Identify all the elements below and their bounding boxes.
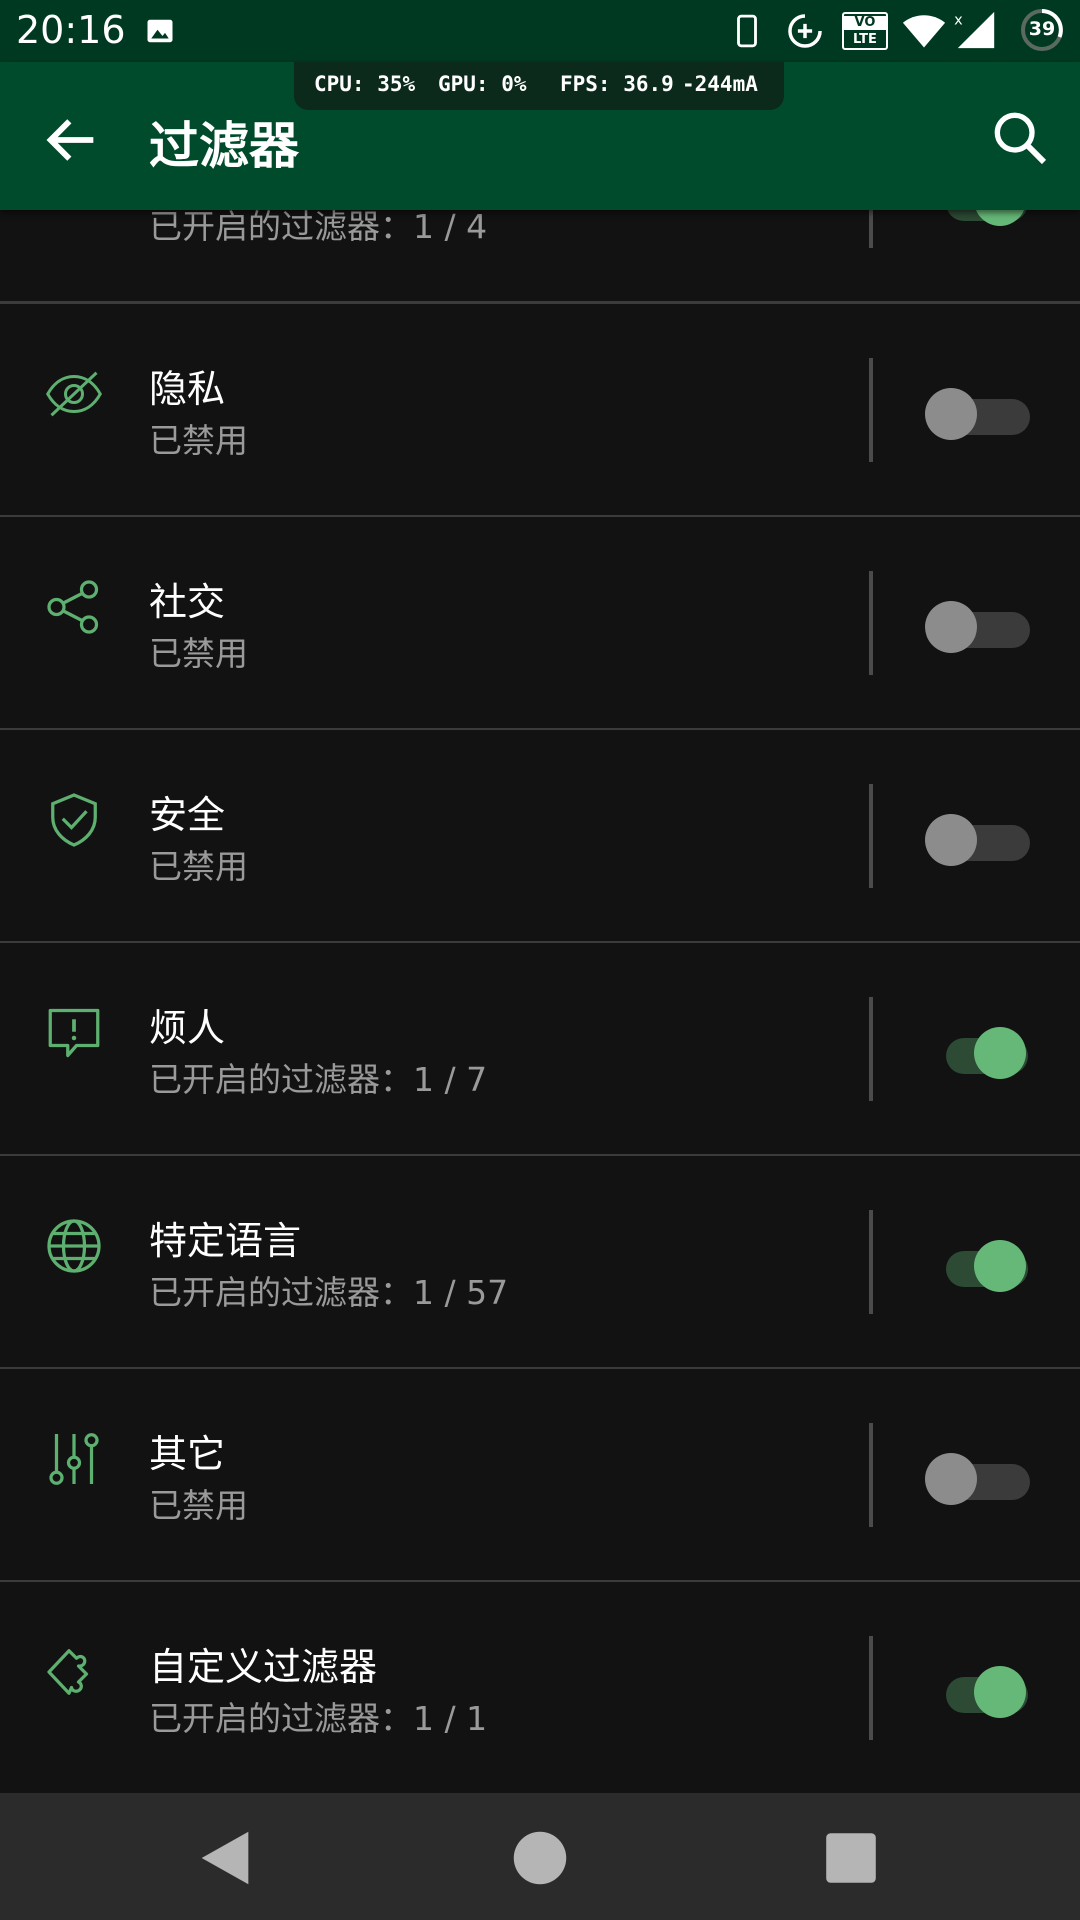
filter-toggle[interactable] xyxy=(922,386,1032,442)
shield-check-icon xyxy=(51,793,97,847)
gpu-readout: GPU: 0% xyxy=(438,72,527,96)
row-divider xyxy=(869,358,873,462)
alert-message-icon xyxy=(48,1008,100,1058)
toggle-thumb xyxy=(974,1027,1026,1079)
filter-row-title: 烦人 xyxy=(149,1006,226,1050)
search-icon[interactable] xyxy=(988,106,1052,170)
navigation-bar xyxy=(0,1793,1080,1920)
status-bar: 20:16 VO LTE x 39 xyxy=(0,0,1080,62)
row-divider xyxy=(869,1210,873,1314)
wifi-icon xyxy=(902,15,946,48)
data-saver-icon xyxy=(788,14,822,48)
filter-row-subtitle: 已开启的过滤器：1 / 1 xyxy=(149,1699,488,1738)
puzzle-icon xyxy=(47,1649,89,1695)
filter-row-subtitle: 已开启的过滤器：1 / 7 xyxy=(149,1060,488,1099)
share-icon xyxy=(47,580,99,634)
filter-toggle[interactable] xyxy=(922,599,1032,655)
svg-text:x: x xyxy=(954,13,963,29)
cpu-readout: CPU: 35% xyxy=(314,72,416,96)
nav-home-icon[interactable] xyxy=(505,1823,575,1893)
row-divider xyxy=(869,784,873,888)
nav-recents-icon[interactable] xyxy=(816,1823,886,1893)
volte-top-label: VO xyxy=(844,16,886,30)
filter-row-privacy[interactable]: 隐私 已禁用 xyxy=(0,304,1080,518)
eye-off-icon xyxy=(46,371,102,417)
phone-icon xyxy=(737,14,757,48)
image-icon xyxy=(147,19,173,43)
filter-row-title: 隐私 xyxy=(149,367,226,411)
filter-row-title: 安全 xyxy=(149,793,226,837)
filter-row-social[interactable]: 社交 已禁用 xyxy=(0,517,1080,731)
battery-level: 39 xyxy=(1028,18,1056,40)
signal-icon: x xyxy=(954,11,995,49)
filter-row-subtitle: 已禁用 xyxy=(149,634,248,673)
filter-row-subtitle: 已禁用 xyxy=(149,847,248,886)
filter-toggle[interactable] xyxy=(922,1451,1032,1507)
toggle-thumb xyxy=(925,814,977,866)
filter-toggle[interactable] xyxy=(922,1664,1032,1720)
toggle-thumb xyxy=(974,1666,1026,1718)
toggle-thumb xyxy=(974,1240,1026,1292)
nav-back-icon[interactable] xyxy=(190,1823,260,1893)
filter-row-title: 社交 xyxy=(149,580,226,624)
row-divider xyxy=(869,571,873,675)
filter-row-language[interactable]: 特定语言 已开启的过滤器：1 / 57 xyxy=(0,1156,1080,1370)
filter-row-title: 特定语言 xyxy=(149,1219,302,1263)
filter-row-subtitle: 已开启的过滤器：1 / 57 xyxy=(149,1273,509,1312)
battery-icon: 39 xyxy=(1020,8,1064,52)
performance-overlay: CPU: 35% GPU: 0% FPS: 36.9 -244mA xyxy=(294,62,784,110)
toggle-thumb xyxy=(925,601,977,653)
status-time: 20:16 xyxy=(16,8,126,52)
sliders-icon xyxy=(49,1433,99,1485)
filter-toggle[interactable] xyxy=(922,812,1032,868)
toggle-thumb xyxy=(925,388,977,440)
filter-row-subtitle: 已禁用 xyxy=(149,421,248,460)
current-readout: -244mA xyxy=(682,72,758,96)
filter-row-annoyances[interactable]: 烦人 已开启的过滤器：1 / 7 xyxy=(0,943,1080,1157)
arrow-back-icon[interactable] xyxy=(40,108,104,172)
filter-row-title: 其它 xyxy=(149,1432,226,1476)
filter-row-other[interactable]: 其它 已禁用 xyxy=(0,1369,1080,1583)
row-divider xyxy=(869,1636,873,1740)
page-title: 过滤器 xyxy=(149,117,299,175)
volte-icon: VO LTE xyxy=(842,12,888,50)
filter-toggle[interactable] xyxy=(922,1025,1032,1081)
filter-toggle[interactable] xyxy=(922,1238,1032,1294)
fps-readout: FPS: 36.9 xyxy=(560,72,674,96)
volte-bottom-label: LTE xyxy=(853,32,877,47)
filter-row-title: 自定义过滤器 xyxy=(149,1645,378,1689)
toggle-thumb xyxy=(925,1453,977,1505)
filter-row-security[interactable]: 安全 已禁用 xyxy=(0,730,1080,944)
globe-icon xyxy=(47,1219,101,1273)
filter-row-subtitle: 已禁用 xyxy=(149,1486,248,1525)
filter-row-custom[interactable]: 自定义过滤器 已开启的过滤器：1 / 1 xyxy=(0,1582,1080,1796)
row-divider xyxy=(869,1423,873,1527)
row-divider xyxy=(869,997,873,1101)
